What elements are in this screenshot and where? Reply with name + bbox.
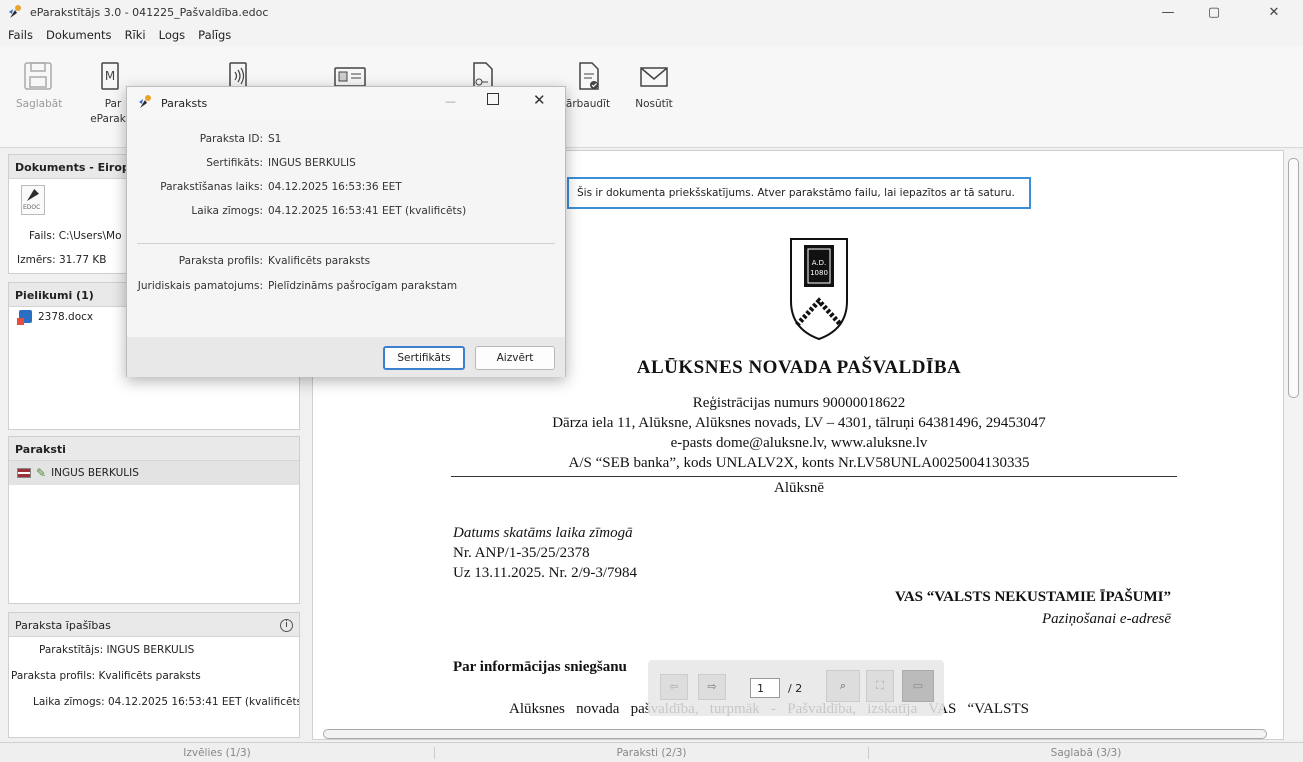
next-page-button[interactable]: ⇨ bbox=[698, 674, 726, 700]
page-number-input[interactable]: 1 bbox=[750, 678, 780, 698]
send-button[interactable]: Nosūtīt bbox=[632, 60, 676, 110]
app-logo-icon bbox=[6, 3, 24, 21]
fit-width-icon: ▭ bbox=[912, 679, 924, 692]
mobile-sign-icon: M bbox=[101, 62, 119, 90]
dialog-minimize-button[interactable]: — bbox=[445, 95, 456, 108]
menu-file[interactable]: Fails bbox=[8, 28, 33, 42]
city-name: Alūksnē bbox=[774, 480, 824, 496]
timestamp-line: Laika zīmogs: 04.12.2025 16:53:41 EET (k… bbox=[33, 696, 299, 708]
doc-number: Nr. ANP/1-35/25/2378 bbox=[453, 545, 590, 561]
dialog-divider bbox=[137, 243, 555, 244]
date-line: Datums skatāms laika zīmogā bbox=[453, 525, 633, 541]
org-email: e-pasts dome@aluksne.lv, www.aluksne.lv bbox=[670, 435, 928, 451]
maximize-button[interactable]: ▢ bbox=[1194, 0, 1234, 24]
signature-item[interactable]: ✎ INGUS BERKULIS bbox=[9, 461, 299, 485]
send-label: Nosūtīt bbox=[635, 98, 673, 110]
dialog-body: Paraksta ID: S1 Sertifikāts: INGUS BERKU… bbox=[127, 119, 565, 337]
signature-properties-title: Paraksta īpašības bbox=[15, 619, 111, 632]
certificate-button[interactable]: Sertifikāts bbox=[383, 346, 465, 370]
save-label: Saglabāt bbox=[16, 98, 63, 110]
menu-document[interactable]: Dokuments bbox=[46, 28, 112, 42]
fit-page-button[interactable]: ⛶ bbox=[866, 670, 894, 702]
edoc-file-icon: EDOC bbox=[21, 185, 45, 215]
verify-button[interactable]: ārbaudīt bbox=[560, 60, 616, 110]
signature-properties-panel: Paraksta īpašības i Parakstītājs: INGUS … bbox=[8, 612, 300, 738]
magnifier-icon: ⌕ bbox=[839, 679, 847, 692]
signatures-panel: Paraksti ✎ INGUS BERKULIS bbox=[8, 436, 300, 604]
reference-number: Uz 13.11.2025. Nr. 2/9-3/7984 bbox=[453, 565, 638, 581]
svg-text:A.D.: A.D. bbox=[812, 259, 827, 267]
menu-help[interactable]: Palīgs bbox=[198, 28, 231, 42]
sign-label-1: Par bbox=[104, 98, 122, 110]
pen-valid-icon: ✎ bbox=[36, 466, 47, 480]
word-doc-icon bbox=[17, 310, 32, 325]
zoom-button[interactable]: ⌕ bbox=[826, 670, 860, 702]
latvian-flag-icon bbox=[17, 468, 31, 478]
fit-width-button[interactable]: ▭ bbox=[902, 670, 934, 702]
dialog-title-bar: Paraksts — ✕ bbox=[127, 87, 565, 119]
step-save[interactable]: Saglabā (3/3) bbox=[868, 747, 1303, 759]
svg-text:1080: 1080 bbox=[810, 269, 828, 277]
document-size: Izmērs: 31.77 KB bbox=[17, 254, 107, 266]
page-total: / 2 bbox=[788, 682, 803, 695]
signature-properties-header: Paraksta īpašības i bbox=[9, 613, 299, 637]
info-icon[interactable]: i bbox=[280, 619, 293, 632]
dialog-maximize-button[interactable] bbox=[487, 93, 499, 105]
sign-label-2: eParak bbox=[90, 113, 126, 125]
signatures-panel-header: Paraksti bbox=[9, 437, 299, 461]
recipient-name: VAS “VALSTS NEKUSTAMIE ĪPAŠUMI” bbox=[894, 589, 1171, 605]
title-bar: eParakstītājs 3.0 - 041225_Pašvaldība.ed… bbox=[0, 0, 1303, 24]
scroll-thumb[interactable] bbox=[1288, 158, 1299, 398]
envelope-icon bbox=[640, 67, 668, 87]
prev-page-button[interactable]: ⇦ bbox=[660, 674, 688, 700]
minimize-button[interactable]: — bbox=[1148, 0, 1188, 24]
window-title: eParakstītājs 3.0 - 041225_Pašvaldība.ed… bbox=[30, 5, 269, 19]
fit-page-icon: ⛶ bbox=[876, 679, 884, 692]
status-bar: Izvēlies (1/3) Paraksti (2/3) Saglabā (3… bbox=[0, 742, 1303, 762]
signature-dialog: Paraksts — ✕ Paraksta ID: S1 Sertifikāts… bbox=[126, 86, 566, 377]
document-file-path: Fails: C:\Users\Mo bbox=[29, 230, 122, 242]
attachment-name: 2378.docx bbox=[38, 310, 94, 323]
preview-notice: Šis ir dokumenta priekšskatījums. Atver … bbox=[567, 177, 1031, 209]
verify-label: ārbaudīt bbox=[565, 98, 611, 110]
dialog-close-button[interactable]: ✕ bbox=[533, 91, 546, 109]
close-dialog-button[interactable]: Aizvērt bbox=[475, 346, 555, 370]
step-sign[interactable]: Paraksti (2/3) bbox=[434, 747, 868, 759]
signature-name: INGUS BERKULIS bbox=[51, 467, 139, 479]
document-check-icon bbox=[579, 62, 599, 90]
letter-subject: Par informācijas sniegšanu bbox=[453, 659, 627, 675]
signer-line: Parakstītājs: INGUS BERKULIS bbox=[39, 644, 195, 656]
arrow-right-icon: ⇨ bbox=[707, 680, 717, 693]
dialog-app-icon bbox=[137, 94, 153, 113]
profile-line: Paraksta profils: Kvalificēts paraksts bbox=[11, 670, 201, 682]
municipality-crest-icon: A.D. 1080 bbox=[790, 238, 848, 341]
close-button[interactable]: ✕ bbox=[1254, 0, 1294, 24]
page-navigation: ⇦ ⇨ 1 / 2 ⌕ ⛶ ▭ bbox=[648, 660, 944, 716]
arrow-left-icon: ⇦ bbox=[669, 680, 679, 693]
vertical-scrollbar[interactable] bbox=[1284, 150, 1303, 740]
header-divider bbox=[451, 476, 1177, 477]
menu-windows[interactable]: Logs bbox=[159, 28, 186, 42]
horizontal-scrollbar[interactable] bbox=[323, 729, 1267, 739]
dialog-footer: Sertifikāts Aizvērt bbox=[127, 337, 565, 377]
step-choose[interactable]: Izvēlies (1/3) bbox=[0, 747, 434, 759]
recipient-subtitle: Paziņošanai e-adresē bbox=[1041, 611, 1171, 627]
org-bank: A/S “SEB banka”, kods UNLALV2X, konts Nr… bbox=[568, 455, 1030, 471]
dialog-title: Paraksts bbox=[161, 96, 208, 110]
org-address: Dārza iela 11, Alūksne, Alūksnes novads,… bbox=[552, 415, 1046, 431]
menu-tools[interactable]: Rīki bbox=[125, 28, 146, 42]
reg-number: Reģistrācijas numurs 90000018622 bbox=[692, 395, 906, 411]
sign-button[interactable]: M Par eParak bbox=[90, 60, 130, 125]
svg-text:M: M bbox=[105, 69, 115, 83]
floppy-disk-icon bbox=[24, 62, 52, 90]
save-button[interactable]: Saglabāt bbox=[16, 60, 63, 110]
menu-bar: Fails Dokuments Rīki Logs Palīgs bbox=[0, 24, 1303, 46]
